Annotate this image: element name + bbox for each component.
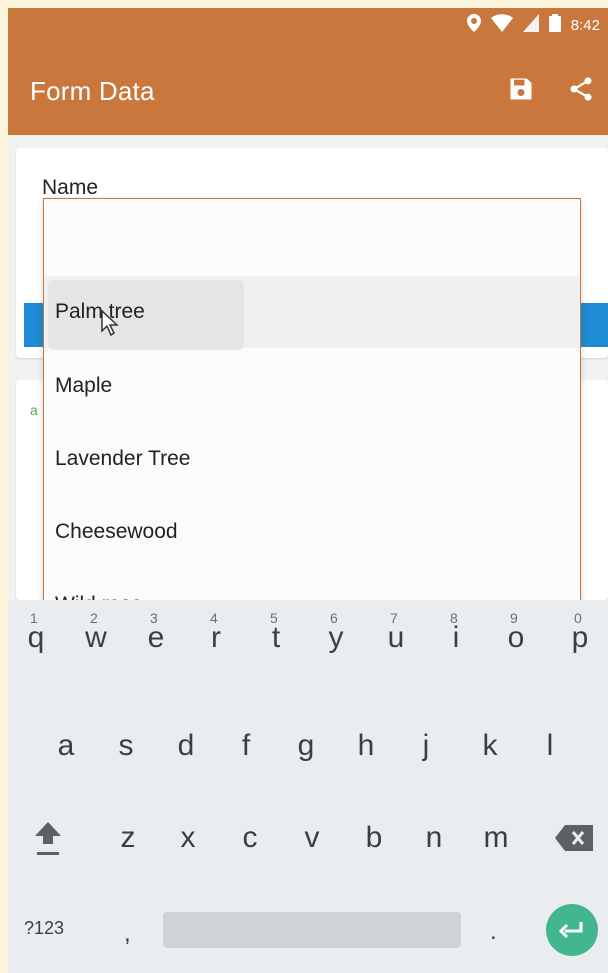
- key-p[interactable]: 0p: [554, 602, 606, 674]
- dropdown-item[interactable]: Palm tree: [44, 276, 580, 350]
- key-n[interactable]: n: [408, 802, 460, 874]
- wifi-icon: [490, 14, 513, 36]
- battery-icon: [548, 14, 561, 36]
- period-key[interactable]: .: [490, 918, 497, 946]
- name-label: Name: [42, 176, 99, 199]
- status-bar: 8:42: [8, 8, 608, 38]
- key-k[interactable]: k: [464, 710, 516, 782]
- shift-key[interactable]: [22, 802, 74, 874]
- mouse-cursor-icon: [100, 309, 120, 342]
- share-icon: [570, 77, 592, 101]
- dropdown-item[interactable]: Maple: [44, 350, 580, 422]
- key-w[interactable]: 2w: [70, 602, 122, 674]
- key-b[interactable]: b: [348, 802, 400, 874]
- shift-icon: [35, 822, 61, 855]
- screen: 8:42 Form Data Name a Palm tree Maple La…: [8, 8, 608, 973]
- key-z[interactable]: z: [102, 802, 154, 874]
- key-o[interactable]: 9o: [490, 602, 542, 674]
- key-x[interactable]: x: [162, 802, 214, 874]
- share-button[interactable]: [564, 72, 598, 106]
- backspace-key[interactable]: [548, 802, 600, 874]
- dropdown-item[interactable]: Lavender Tree: [44, 423, 580, 495]
- enter-key[interactable]: [546, 904, 598, 956]
- key-s[interactable]: s: [100, 710, 152, 782]
- key-i[interactable]: 8i: [430, 602, 482, 674]
- key-h[interactable]: h: [340, 710, 392, 782]
- key-d[interactable]: d: [160, 710, 212, 782]
- key-j[interactable]: j: [400, 710, 452, 782]
- card2-hint: a: [30, 402, 38, 418]
- comma-key[interactable]: ,: [124, 920, 131, 948]
- symbols-key[interactable]: ?123: [24, 918, 64, 939]
- key-r[interactable]: 4r: [190, 602, 242, 674]
- key-t[interactable]: 5t: [250, 602, 302, 674]
- space-key[interactable]: [163, 912, 461, 948]
- signal-icon: [522, 14, 539, 36]
- save-icon: [510, 78, 532, 100]
- key-y[interactable]: 6y: [310, 602, 362, 674]
- key-m[interactable]: m: [470, 802, 522, 874]
- key-g[interactable]: g: [280, 710, 332, 782]
- app-bar: Form Data: [8, 38, 608, 135]
- key-f[interactable]: f: [220, 710, 272, 782]
- location-icon: [466, 14, 481, 36]
- key-l[interactable]: l: [524, 710, 576, 782]
- page-title: Form Data: [30, 76, 155, 106]
- key-e[interactable]: 3e: [130, 602, 182, 674]
- key-c[interactable]: c: [224, 802, 276, 874]
- key-u[interactable]: 7u: [370, 602, 422, 674]
- autocomplete-dropdown: Palm tree Maple Lavender Tree Cheesewood…: [43, 198, 581, 619]
- soft-keyboard: 1q 2w 3e 4r 5t 6y 7u 8i 9o 0p a s d f g …: [8, 600, 608, 973]
- backspace-icon: [555, 825, 593, 851]
- save-button[interactable]: [504, 72, 538, 106]
- key-a[interactable]: a: [40, 710, 92, 782]
- key-q[interactable]: 1q: [10, 602, 62, 674]
- key-v[interactable]: v: [286, 802, 338, 874]
- enter-icon: [559, 922, 583, 939]
- status-time: 8:42: [570, 16, 600, 34]
- dropdown-item[interactable]: Cheesewood: [44, 496, 580, 568]
